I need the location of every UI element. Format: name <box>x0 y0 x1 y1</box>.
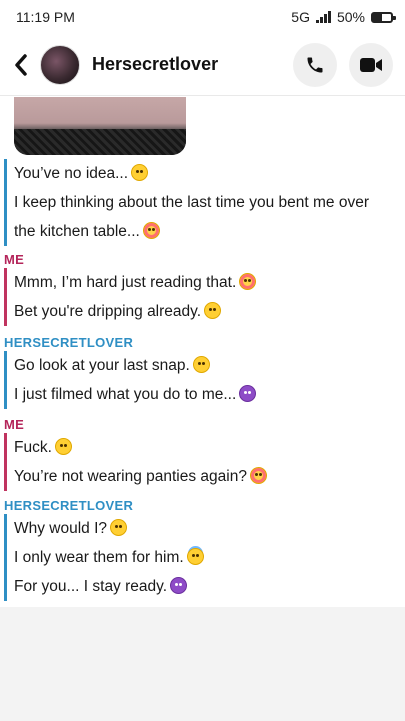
smirk-emoji-icon <box>204 302 222 319</box>
smirk-emoji-icon <box>192 356 210 373</box>
message-bubble[interactable]: For you... I stay ready. <box>14 572 405 601</box>
message-text: Go look at your last snap. <box>14 357 190 374</box>
sender-label: HERSECRETLOVER <box>4 335 134 350</box>
sender-label: ME <box>4 252 25 267</box>
message-thread-bar: Go look at your last snap. I just filmed … <box>4 351 405 409</box>
message-text: You’re not wearing panties again? <box>14 468 247 485</box>
message-bubble[interactable]: the kitchen table... <box>14 217 405 246</box>
message-thread-bar: Fuck. You’re not wearing panties again? <box>4 433 405 491</box>
message-thread-bar: Mmm, I’m hard just reading that. Bet you'… <box>4 268 405 326</box>
chevron-left-icon <box>15 53 27 76</box>
flushed-emoji-icon <box>249 467 267 484</box>
message-bubble[interactable]: Why would I? <box>14 514 405 543</box>
smirk-emoji-icon <box>131 164 149 181</box>
message-text: Mmm, I’m hard just reading that. <box>14 274 237 291</box>
message-bubble[interactable]: Mmm, I’m hard just reading that. <box>14 268 405 297</box>
photo-attachment[interactable] <box>14 97 186 155</box>
message-text: Why would I? <box>14 520 108 537</box>
message-text: I keep thinking about the last time you … <box>14 194 369 211</box>
sender-label: HERSECRETLOVER <box>4 498 134 513</box>
message-text: the kitchen table... <box>14 223 140 240</box>
message-bubble[interactable]: You’re not wearing panties again? <box>14 462 405 491</box>
message-group: HERSECRETLOVER Go look at your last snap.… <box>0 334 405 409</box>
flushed-emoji-icon <box>239 273 257 290</box>
contact-name[interactable]: Hersecretlover <box>92 54 293 75</box>
message-bubble[interactable]: Fuck. <box>14 433 405 462</box>
status-indicators: 5G 50% <box>291 9 396 25</box>
sender-label: ME <box>4 417 25 432</box>
smiling-devil-emoji-icon <box>170 577 188 594</box>
video-camera-icon <box>360 57 382 72</box>
signal-icon <box>315 11 331 23</box>
message-text: You’ve no idea... <box>14 165 129 182</box>
message-group: HERSECRETLOVER Why would I? I only wear th… <box>0 497 405 601</box>
thinking-emoji-icon <box>110 519 128 536</box>
video-call-button[interactable] <box>349 42 393 87</box>
message-bubble[interactable]: I keep thinking about the last time you … <box>14 188 405 217</box>
message-bubble[interactable]: I only wear them for him. <box>14 543 405 572</box>
network-type: 5G <box>291 9 310 25</box>
message-bubble[interactable]: Bet you're dripping already. <box>14 297 405 326</box>
smiling-devil-emoji-icon <box>239 385 257 402</box>
message-thread-bar: You’ve no idea... I keep thinking about t… <box>4 159 405 246</box>
bottom-blank-area <box>0 607 405 721</box>
message-text: For you... I stay ready. <box>14 578 168 595</box>
contact-avatar[interactable] <box>40 44 80 85</box>
message-text: I just filmed what you do to me... <box>14 386 237 403</box>
battery-percent: 50% <box>336 9 365 25</box>
message-bubble[interactable]: I just filmed what you do to me... <box>14 380 405 409</box>
status-bar: 11:19 PM 5G 50% <box>0 0 405 34</box>
chat-header: Hersecretlover <box>0 34 405 96</box>
message-text: Fuck. <box>14 439 52 456</box>
battery-icon <box>371 11 396 23</box>
astonished-emoji-icon <box>54 438 72 455</box>
back-button[interactable] <box>4 45 38 85</box>
flushed-emoji-icon <box>142 222 160 239</box>
halo-emoji-icon <box>186 548 204 565</box>
call-button[interactable] <box>293 42 337 87</box>
message-list[interactable]: You’ve no idea... I keep thinking about t… <box>0 97 405 607</box>
message-group: ME Mmm, I’m hard just reading that. Bet yo… <box>0 251 405 326</box>
message-group: You’ve no idea... I keep thinking about t… <box>0 159 405 246</box>
status-time: 11:19 PM <box>16 9 75 25</box>
phone-icon <box>307 57 323 72</box>
message-text: I only wear them for him. <box>14 549 184 566</box>
message-bubble[interactable]: You’ve no idea... <box>14 159 405 188</box>
message-group: ME Fuck. You’re not wearing panties again? <box>0 416 405 491</box>
message-text: Bet you're dripping already. <box>14 303 202 320</box>
message-bubble[interactable]: Go look at your last snap. <box>14 351 405 380</box>
message-thread-bar: Why would I? I only wear them for him. For… <box>4 514 405 601</box>
